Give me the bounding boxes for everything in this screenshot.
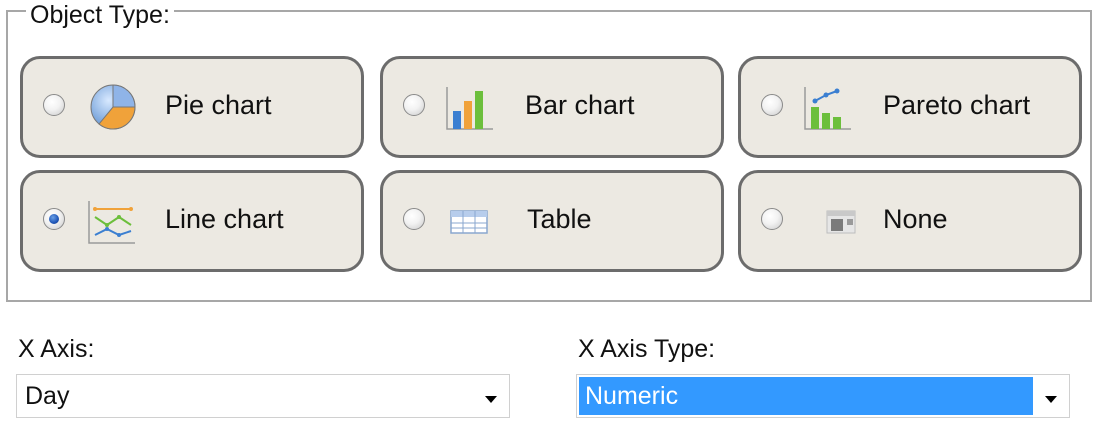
chevron-down-icon[interactable] — [1045, 396, 1057, 403]
x-axis-type-label: X Axis Type: — [578, 335, 716, 363]
bar-chart-label: Bar chart — [525, 90, 635, 120]
pie-chart-icon — [85, 77, 141, 137]
x-axis-type-select[interactable]: Numeric — [576, 374, 1070, 418]
option-table[interactable]: Table — [380, 170, 724, 272]
pie-chart-radio[interactable] — [43, 94, 65, 116]
option-pareto-chart[interactable]: Pareto chart — [738, 56, 1082, 158]
none-label: None — [883, 204, 948, 234]
option-none[interactable]: None — [738, 170, 1082, 272]
option-bar-chart[interactable]: Bar chart — [380, 56, 724, 158]
none-radio[interactable] — [761, 208, 783, 230]
pareto-chart-icon — [801, 77, 857, 137]
table-icon — [447, 191, 503, 251]
line-chart-label: Line chart — [165, 204, 284, 234]
x-axis-label: X Axis: — [18, 335, 95, 363]
x-axis-value: Day — [25, 382, 70, 410]
pie-chart-label: Pie chart — [165, 90, 272, 120]
option-line-chart[interactable]: Line chart — [20, 170, 364, 272]
line-chart-icon — [85, 191, 141, 251]
pareto-chart-radio[interactable] — [761, 94, 783, 116]
object-type-legend: Object Type: — [26, 0, 174, 30]
option-pie-chart[interactable]: Pie chart — [20, 56, 364, 158]
none-icon — [823, 191, 879, 251]
table-label: Table — [527, 204, 592, 234]
bar-chart-radio[interactable] — [403, 94, 425, 116]
x-axis-select[interactable]: Day — [16, 374, 510, 418]
pareto-chart-label: Pareto chart — [883, 90, 1031, 120]
table-radio[interactable] — [403, 208, 425, 230]
x-axis-type-value: Numeric — [585, 382, 679, 410]
chevron-down-icon[interactable] — [485, 396, 497, 403]
line-chart-radio[interactable] — [43, 208, 65, 230]
bar-chart-icon — [443, 77, 499, 137]
